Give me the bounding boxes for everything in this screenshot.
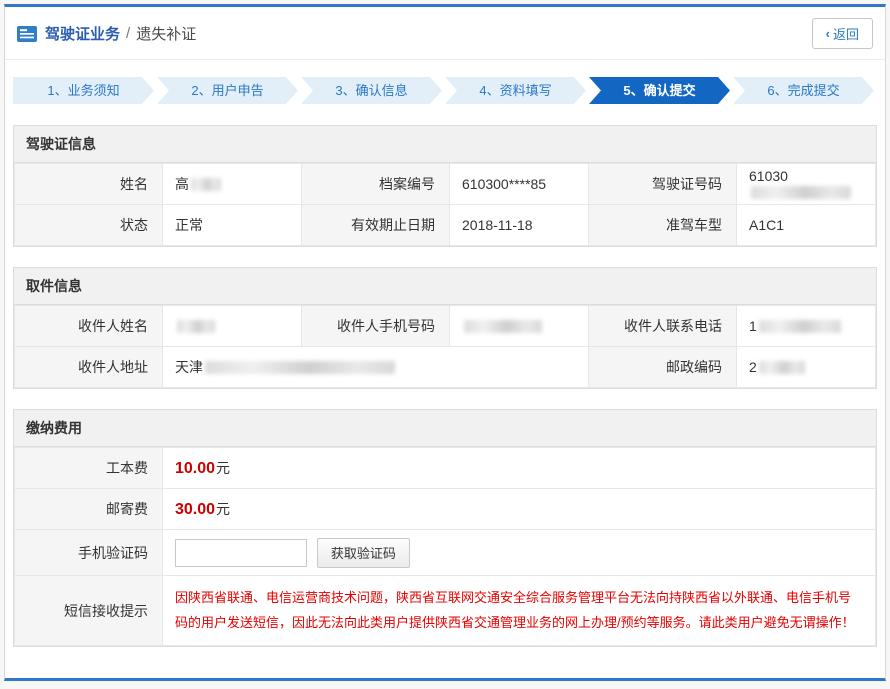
license-number-value: 61030 bbox=[737, 164, 876, 205]
postal-code-text: 2 bbox=[749, 359, 757, 375]
recipient-name-label: 收件人姓名 bbox=[15, 306, 163, 347]
recipient-address-text: 天津 bbox=[175, 359, 203, 375]
recipient-address-value: 天津 bbox=[163, 347, 589, 388]
production-fee-unit: 元 bbox=[216, 460, 230, 476]
sms-notice-label: 短信接收提示 bbox=[15, 576, 163, 646]
fees-table: 工本费 10.00元 邮寄费 30.00元 手机验证码 获取验证码 短信接收提 bbox=[14, 447, 876, 646]
step-tabs: 1、业务须知 2、用户申告 3、确认信息 4、资料填写 5、确认提交 6、完成提… bbox=[13, 77, 877, 104]
license-section-title: 驾驶证信息 bbox=[14, 126, 876, 163]
tab-step-2-declaration[interactable]: 2、用户申告 bbox=[157, 77, 298, 104]
redacted-postal-code bbox=[759, 361, 805, 374]
table-row: 状态 正常 有效期止日期 2018-11-18 准驾车型 A1C1 bbox=[15, 205, 876, 246]
pickup-section-title: 取件信息 bbox=[14, 268, 876, 305]
section-license-info: 驾驶证信息 姓名 高 档案编号 610300****85 驾驶证号码 61030… bbox=[13, 125, 877, 247]
postal-code-label: 邮政编码 bbox=[589, 347, 737, 388]
expiry-label: 有效期止日期 bbox=[302, 205, 450, 246]
redacted-name bbox=[191, 178, 221, 191]
section-pickup-info: 取件信息 收件人姓名 收件人手机号码 收件人联系电话 1 收件人地 bbox=[13, 267, 877, 389]
postal-code-value: 2 bbox=[737, 347, 876, 388]
recipient-address-label: 收件人地址 bbox=[15, 347, 163, 388]
tab-step-5-confirm-submit[interactable]: 5、确认提交 bbox=[589, 77, 730, 104]
back-label: 返回 bbox=[833, 24, 859, 43]
redacted-recipient-address bbox=[205, 361, 395, 374]
tab-step-4-fill-data[interactable]: 4、资料填写 bbox=[445, 77, 586, 104]
name-text: 高 bbox=[175, 176, 189, 192]
redacted-recipient-mobile bbox=[464, 320, 542, 333]
recipient-phone-label: 收件人联系电话 bbox=[589, 306, 737, 347]
section-fees: 缴纳费用 工本费 10.00元 邮寄费 30.00元 手机验证码 bbox=[13, 409, 877, 647]
chevron-left-icon: ‹ bbox=[826, 26, 830, 41]
license-table: 姓名 高 档案编号 610300****85 驾驶证号码 61030 状态 正常… bbox=[14, 163, 876, 246]
sms-notice-text: 因陕西省联通、电信运营商技术问题，陕西省互联网交通安全综合服务管理平台无法向持陕… bbox=[175, 586, 861, 635]
sms-code-label: 手机验证码 bbox=[15, 530, 163, 576]
name-value: 高 bbox=[163, 164, 302, 205]
get-sms-code-button[interactable]: 获取验证码 bbox=[317, 538, 410, 568]
sms-notice-value: 因陕西省联通、电信运营商技术问题，陕西省互联网交通安全综合服务管理平台无法向持陕… bbox=[163, 576, 876, 646]
redacted-license-number bbox=[751, 186, 851, 199]
mailing-fee-amount: 30.00 bbox=[175, 501, 215, 518]
file-number-label: 档案编号 bbox=[302, 164, 450, 205]
page-subtitle: 遗失补证 bbox=[136, 23, 196, 44]
fees-section-title: 缴纳费用 bbox=[14, 410, 876, 447]
production-fee-label: 工本费 bbox=[15, 448, 163, 489]
table-row: 工本费 10.00元 bbox=[15, 448, 876, 489]
production-fee-value: 10.00元 bbox=[163, 448, 876, 489]
redacted-recipient-name bbox=[177, 320, 215, 333]
recipient-phone-value: 1 bbox=[737, 306, 876, 347]
breadcrumb-separator: / bbox=[126, 25, 130, 42]
table-row: 收件人地址 天津 邮政编码 2 bbox=[15, 347, 876, 388]
redacted-recipient-phone bbox=[759, 320, 841, 333]
bottom-actions: 上一步 完成 bbox=[5, 667, 885, 681]
header: 驾驶证业务 / 遗失补证 ‹ 返回 bbox=[5, 7, 885, 60]
recipient-mobile-label: 收件人手机号码 bbox=[302, 306, 450, 347]
vehicle-type-label: 准驾车型 bbox=[589, 205, 737, 246]
table-row: 手机验证码 获取验证码 bbox=[15, 530, 876, 576]
vehicle-type-value: A1C1 bbox=[737, 205, 876, 246]
recipient-phone-text: 1 bbox=[749, 318, 757, 334]
tab-step-6-complete[interactable]: 6、完成提交 bbox=[733, 77, 874, 104]
previous-step-button[interactable]: 上一步 bbox=[723, 679, 799, 681]
mailing-fee-value: 30.00元 bbox=[163, 489, 876, 530]
pickup-table: 收件人姓名 收件人手机号码 收件人联系电话 1 收件人地址 天津 邮政编码 bbox=[14, 305, 876, 388]
tab-step-3-confirm-info[interactable]: 3、确认信息 bbox=[301, 77, 442, 104]
license-business-icon bbox=[17, 26, 37, 42]
production-fee-amount: 10.00 bbox=[175, 460, 215, 477]
status-value: 正常 bbox=[163, 205, 302, 246]
back-button[interactable]: ‹ 返回 bbox=[812, 18, 873, 49]
tab-step-1-notice[interactable]: 1、业务须知 bbox=[13, 77, 154, 104]
mailing-fee-label: 邮寄费 bbox=[15, 489, 163, 530]
finish-button[interactable]: 完成 bbox=[811, 679, 873, 681]
recipient-name-value bbox=[163, 306, 302, 347]
page-title: 驾驶证业务 bbox=[45, 23, 120, 44]
page-container: 驾驶证业务 / 遗失补证 ‹ 返回 1、业务须知 2、用户申告 3、确认信息 4… bbox=[4, 4, 886, 681]
license-number-text: 61030 bbox=[749, 168, 788, 184]
table-row: 邮寄费 30.00元 bbox=[15, 489, 876, 530]
sms-code-input[interactable] bbox=[175, 539, 307, 567]
expiry-value: 2018-11-18 bbox=[450, 205, 589, 246]
mailing-fee-unit: 元 bbox=[216, 501, 230, 517]
status-label: 状态 bbox=[15, 205, 163, 246]
license-number-label: 驾驶证号码 bbox=[589, 164, 737, 205]
file-number-value: 610300****85 bbox=[450, 164, 589, 205]
table-row: 短信接收提示 因陕西省联通、电信运营商技术问题，陕西省互联网交通安全综合服务管理… bbox=[15, 576, 876, 646]
table-row: 姓名 高 档案编号 610300****85 驾驶证号码 61030 bbox=[15, 164, 876, 205]
table-row: 收件人姓名 收件人手机号码 收件人联系电话 1 bbox=[15, 306, 876, 347]
sms-code-value: 获取验证码 bbox=[163, 530, 876, 576]
name-label: 姓名 bbox=[15, 164, 163, 205]
recipient-mobile-value bbox=[450, 306, 589, 347]
